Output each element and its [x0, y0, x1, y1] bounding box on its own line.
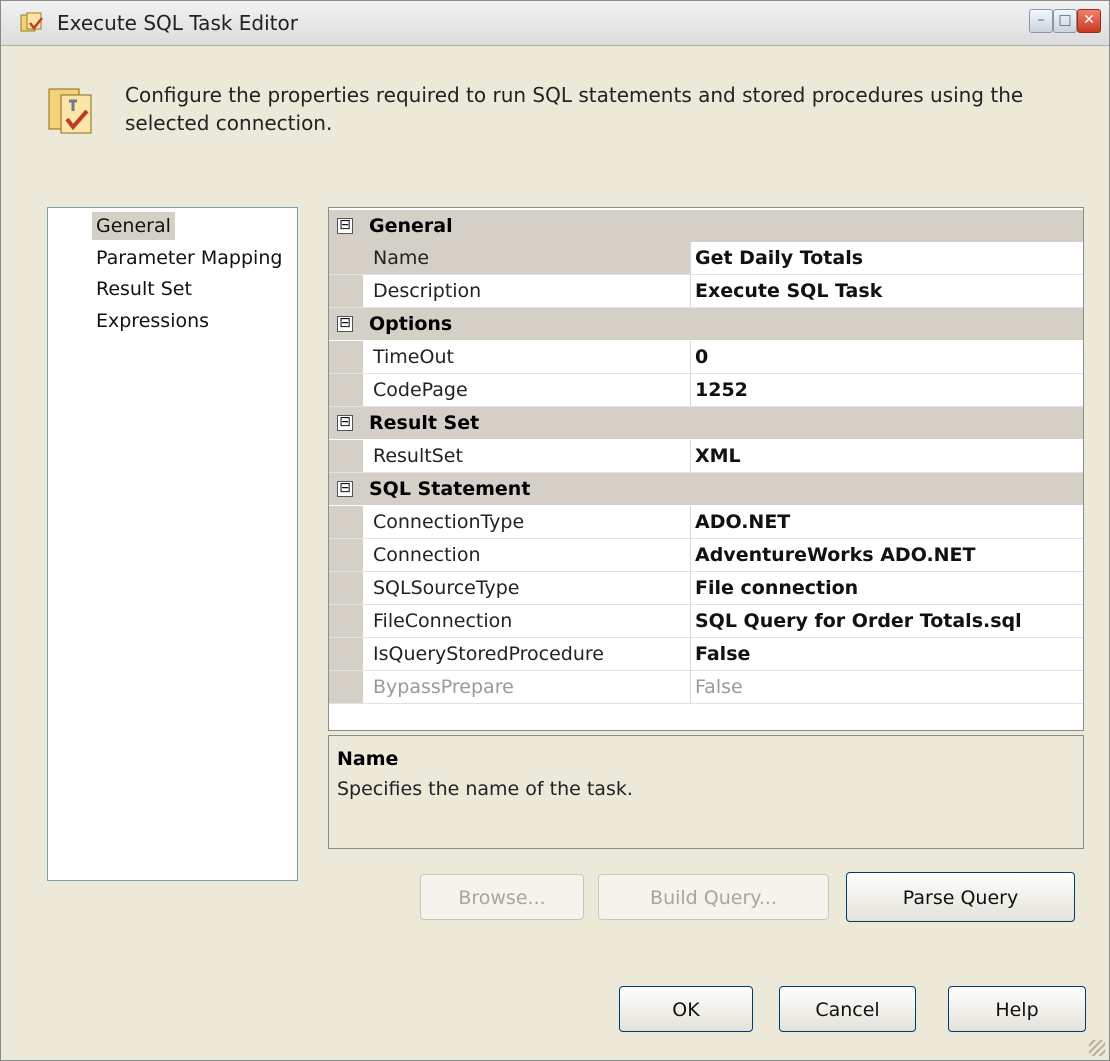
nav-item-general[interactable]: General: [92, 212, 175, 240]
property-label: Connection: [363, 539, 691, 571]
property-label: TimeOut: [363, 341, 691, 373]
property-row-connectiontype[interactable]: ConnectionType ADO.NET: [329, 506, 1083, 539]
property-value[interactable]: XML: [691, 440, 1081, 472]
header-description: Configure the properties required to run…: [125, 83, 1024, 135]
property-value[interactable]: 1252: [691, 374, 1081, 406]
collapse-options-toggle[interactable]: ⊟: [337, 316, 353, 332]
browse-button: Browse...: [420, 874, 584, 920]
property-row-connection[interactable]: Connection AdventureWorks ADO.NET: [329, 539, 1083, 572]
category-sql-statement: ⊟ SQL Statement: [329, 473, 1083, 505]
category-label: SQL Statement: [369, 478, 531, 500]
dialog-window: Execute SQL Task Editor – □ ✕ Configure …: [0, 0, 1110, 1061]
category-options: ⊟ Options: [329, 308, 1083, 340]
property-value: False: [695, 676, 743, 698]
collapse-sql-statement-toggle[interactable]: ⊟: [337, 481, 353, 497]
property-row-isquerystoredprocedure[interactable]: IsQueryStoredProcedure False: [329, 638, 1083, 671]
property-label: CodePage: [363, 374, 691, 406]
property-row-description[interactable]: Description Execute SQL Task: [329, 275, 1083, 308]
category-general: ⊟ General: [329, 210, 1083, 242]
collapse-result-set-toggle[interactable]: ⊟: [337, 415, 353, 431]
category-label: Options: [369, 313, 453, 335]
category-result-set: ⊟ Result Set: [329, 407, 1083, 439]
nav-item-parameter-mapping[interactable]: Parameter Mapping: [92, 244, 286, 272]
nav-item-expressions[interactable]: Expressions: [92, 307, 213, 335]
parse-query-button[interactable]: Parse Query: [846, 872, 1075, 922]
description-title: Name: [337, 748, 399, 770]
ok-button[interactable]: OK: [619, 986, 753, 1032]
cancel-button[interactable]: Cancel: [779, 986, 916, 1032]
property-grid: ⊟ General Name Get Daily Totals Descript…: [328, 207, 1084, 731]
property-label: SQLSourceType: [363, 572, 691, 604]
property-value[interactable]: Get Daily Totals: [691, 242, 1081, 274]
property-value[interactable]: ADO.NET: [691, 506, 1081, 538]
build-query-button: Build Query...: [598, 874, 829, 920]
property-description-pane: Name Specifies the name of the task.: [328, 735, 1084, 849]
maximize-button[interactable]: □: [1053, 9, 1077, 33]
description-text: Specifies the name of the task.: [337, 778, 633, 800]
property-row-sqlsourcetype[interactable]: SQLSourceType File connection: [329, 572, 1083, 605]
nav-item-result-set[interactable]: Result Set: [92, 275, 196, 303]
category-label: General: [369, 215, 453, 237]
help-button[interactable]: Help: [948, 986, 1086, 1032]
property-label: Description: [363, 275, 691, 307]
task-editor-icon: [20, 12, 43, 32]
window-title: Execute SQL Task Editor: [57, 11, 298, 35]
close-button[interactable]: ✕: [1077, 9, 1101, 33]
page-navigation-list: General Parameter Mapping Result Set Exp…: [47, 207, 298, 881]
property-value[interactable]: 0: [691, 341, 1081, 373]
property-value[interactable]: File connection: [691, 572, 1081, 604]
property-value[interactable]: SQL Query for Order Totals.sql: [691, 605, 1081, 637]
property-value[interactable]: False: [691, 638, 1081, 670]
property-value[interactable]: AdventureWorks ADO.NET: [691, 539, 1081, 571]
property-row-bypassprepare: BypassPrepare False: [329, 671, 1083, 704]
property-label: ResultSet: [363, 440, 691, 472]
property-label: Name: [363, 242, 691, 274]
sql-task-icon: [48, 88, 92, 134]
property-row-name[interactable]: Name Get Daily Totals: [329, 242, 1083, 275]
property-label: ConnectionType: [363, 506, 691, 538]
property-row-timeout[interactable]: TimeOut 0: [329, 341, 1083, 374]
category-label: Result Set: [369, 412, 480, 434]
property-label: BypassPrepare: [363, 671, 691, 703]
property-label: IsQueryStoredProcedure: [363, 638, 691, 670]
property-value[interactable]: Execute SQL Task: [691, 275, 1081, 307]
resize-grip[interactable]: [1089, 1040, 1105, 1056]
title-bar[interactable]: Execute SQL Task Editor – □ ✕: [1, 1, 1109, 46]
property-label: FileConnection: [363, 605, 691, 637]
minimize-button[interactable]: –: [1029, 9, 1053, 33]
collapse-general-toggle[interactable]: ⊟: [337, 218, 353, 234]
property-row-fileconnection[interactable]: FileConnection SQL Query for Order Total…: [329, 605, 1083, 638]
property-row-codepage[interactable]: CodePage 1252: [329, 374, 1083, 407]
property-row-resultset[interactable]: ResultSet XML: [329, 440, 1083, 473]
